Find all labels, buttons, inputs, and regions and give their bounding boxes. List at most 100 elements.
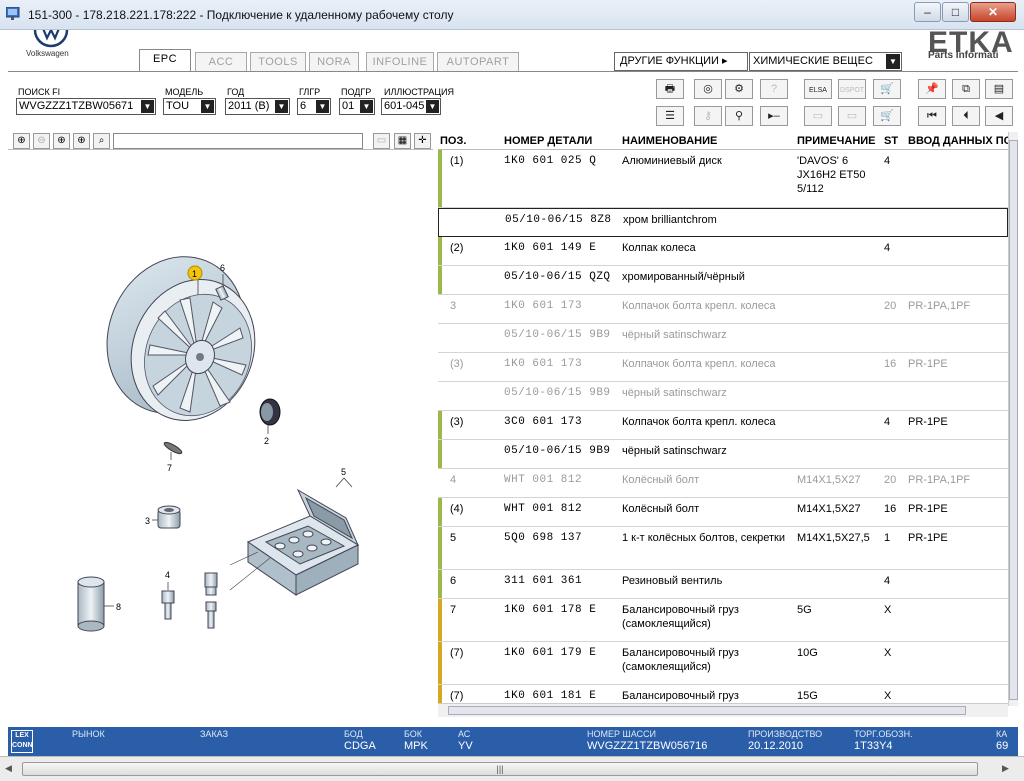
tab-acc[interactable]: ACC <box>195 52 247 71</box>
doc-icon[interactable]: ▭ <box>838 106 866 126</box>
table-row[interactable]: (3) 3C0 601 173 Колпачок болта крепл. коле… <box>438 411 1008 440</box>
table-row[interactable]: 05/10-06/15 9B9 чёрный satinschwarz <box>438 440 1008 469</box>
chevron-down-icon[interactable]: ▼ <box>316 100 329 113</box>
chevron-down-icon[interactable]: ▼ <box>426 100 439 113</box>
first-page-icon[interactable]: ⏮ <box>918 106 946 126</box>
chevron-down-icon[interactable]: ▼ <box>201 100 214 113</box>
callout-2[interactable]: 2 <box>264 436 269 446</box>
table-row[interactable]: (4) WHT 001 812 Колёсный болт M14X1,5X27 16 P… <box>438 498 1008 527</box>
scroll-right-icon[interactable]: ▶ <box>1002 763 1009 774</box>
row-name: Балансировочный груз (самоклеящийся) <box>622 604 739 630</box>
col-pos[interactable]: ПОЗ. <box>440 135 466 147</box>
col-input[interactable]: ВВОД ДАННЫХ ПО <box>908 135 1012 147</box>
layout-icon[interactable]: ▦ <box>394 133 411 149</box>
zoom-area-icon[interactable]: ⊕ <box>73 133 90 149</box>
callout-8[interactable]: 8 <box>116 602 121 612</box>
table-row[interactable]: 7 1K0 601 178 E Балансировочный груз (само… <box>438 599 1008 642</box>
search-input[interactable]: WVGZZZ1TZBW05671 ▼ <box>16 98 156 115</box>
col-note[interactable]: ПРИМЕЧАНИЕ <box>797 135 876 147</box>
scrollbar-thumb[interactable]: ||| <box>22 762 978 776</box>
row-input: PR-1PA,1PF <box>908 300 971 312</box>
chemicals-select[interactable]: ХИМИЧЕСКИЕ ВЕЩЕС ▼ <box>749 52 902 71</box>
print-icon[interactable]: 🖶 <box>656 79 684 99</box>
glgr-select[interactable]: 6 ▼ <box>297 98 331 115</box>
row-name: Колпачок болта крепл. колеса <box>622 416 776 428</box>
model-select[interactable]: TOU ▼ <box>163 98 216 115</box>
table-row[interactable]: 05/10-06/15 8Z8 хром brilliantchrom <box>438 208 1008 237</box>
table-row[interactable]: (7) 1K0 601 179 E Балансировочный груз (са… <box>438 642 1008 685</box>
scrollbar-thumb[interactable] <box>1009 140 1018 700</box>
tab-autopart[interactable]: AUTOPART <box>437 52 519 71</box>
dsp-icon[interactable]: DSPOT <box>838 79 866 99</box>
callout-3[interactable]: 3 <box>145 516 150 526</box>
callout-4[interactable]: 4 <box>165 570 170 580</box>
export-icon[interactable]: ▭ <box>373 133 390 149</box>
key-icon[interactable]: ⚷ <box>694 106 722 126</box>
table-row[interactable]: (2) 1K0 601 149 E Колпак колеса 4 <box>438 237 1008 266</box>
zoom-fit-icon[interactable]: ⊕ <box>53 133 70 149</box>
table-row[interactable]: 05/10-06/15 9B9 чёрный satinschwarz <box>438 382 1008 411</box>
maximize-button[interactable]: □ <box>942 2 969 22</box>
disc-icon[interactable]: ◎ <box>694 79 722 99</box>
callout-5[interactable]: 5 <box>341 467 346 477</box>
tab-epc[interactable]: EPC <box>139 49 191 72</box>
chevron-down-icon[interactable]: ▼ <box>886 54 900 69</box>
table-row[interactable]: 05/10-06/15 QZQ хромированный/чёрный <box>438 266 1008 295</box>
illustration-select[interactable]: 601-045 ▼ <box>381 98 441 115</box>
table-row[interactable]: 6 311 601 361 Резиновый вентиль 4 <box>438 570 1008 599</box>
table-row[interactable]: (3) 1K0 601 173 Колпачок болта крепл. коле… <box>438 353 1008 382</box>
parts-vertical-scrollbar[interactable] <box>1008 132 1018 706</box>
play-minus-icon[interactable]: ▸– <box>760 106 788 126</box>
col-name[interactable]: НАИМЕНОВАНИЕ <box>622 135 717 147</box>
remote-desktop-icon <box>6 7 20 20</box>
callout-6[interactable]: 6 <box>220 263 225 273</box>
window-horizontal-scrollbar[interactable]: ◀ ||| ▶ <box>0 756 1024 781</box>
model-label: МОДЕЛЬ <box>165 87 204 97</box>
podgr-select[interactable]: 01 ▼ <box>339 98 375 115</box>
row-position: 5 <box>450 532 457 544</box>
handshake-icon[interactable]: ⚙ <box>725 79 753 99</box>
col-part-number[interactable]: НОМЕР ДЕТАЛИ <box>504 135 592 147</box>
close-button[interactable]: ✕ <box>970 2 1016 22</box>
split-icon[interactable]: ✛ <box>414 133 431 149</box>
col-st[interactable]: ST <box>884 135 898 147</box>
tab-infoline[interactable]: INFOLINE <box>366 52 434 71</box>
other-functions-button[interactable]: ДРУГИЕ ФУНКЦИИ ▸ <box>614 52 748 71</box>
doc-compare-icon[interactable]: ▭ <box>804 106 832 126</box>
zoom-out-icon[interactable]: ⊖ <box>33 133 50 149</box>
illustration-search-input[interactable] <box>113 133 363 149</box>
cart-icon[interactable]: 🛒 <box>873 79 901 99</box>
callout-1[interactable]: 1 <box>192 269 197 279</box>
bike-icon[interactable]: ⚲ <box>725 106 753 126</box>
chevron-down-icon[interactable]: ▼ <box>275 100 288 113</box>
minimize-button[interactable]: – <box>914 2 941 22</box>
search-icon[interactable]: ⌕ <box>93 133 110 149</box>
row-name: хром brilliantchrom <box>623 214 717 226</box>
scroll-left-icon[interactable]: ◀ <box>5 763 12 774</box>
parts-horizontal-scrollbar[interactable] <box>438 703 1008 717</box>
callout-7[interactable]: 7 <box>167 463 172 473</box>
prev-page-icon[interactable]: ⏴ <box>952 106 980 126</box>
list-icon[interactable]: ☰ <box>656 106 684 126</box>
row-quantity: 1 <box>884 532 891 544</box>
chevron-down-icon[interactable]: ▼ <box>141 100 154 113</box>
help-icon[interactable]: ? <box>760 79 788 99</box>
chevron-down-icon[interactable]: ▼ <box>360 100 373 113</box>
scrollbar-thumb[interactable] <box>448 706 966 715</box>
copy-icon[interactable]: ⧉ <box>952 79 980 99</box>
zoom-in-icon[interactable]: ⊕ <box>13 133 30 149</box>
row-note: M14X1,5X27 <box>797 474 861 486</box>
table-row[interactable]: 4 WHT 001 812 Колёсный болт M14X1,5X27 20 PR-… <box>438 469 1008 498</box>
table-row[interactable]: 3 1K0 601 173 Колпачок болта крепл. колеса… <box>438 295 1008 324</box>
table-row[interactable]: 05/10-06/15 9B9 чёрный satinschwarz <box>438 324 1008 353</box>
table-row[interactable]: 5 5Q0 698 137 1 к-т колёсных болтов, секре… <box>438 527 1008 570</box>
year-select[interactable]: 2011 (B) ▼ <box>225 98 290 115</box>
back-icon[interactable]: ◀ <box>985 106 1013 126</box>
tab-nora[interactable]: NORA <box>309 52 359 71</box>
pin-icon[interactable]: 📌 <box>918 79 946 99</box>
cart-add-icon[interactable]: 🛒 <box>873 106 901 126</box>
table-row[interactable]: (1) 1K0 601 025 Q Алюминиевый диск 'DAVOS' … <box>438 150 1008 208</box>
elsa-icon[interactable]: ELSA <box>804 79 832 99</box>
page-icon[interactable]: ▤ <box>985 79 1013 99</box>
tab-tools[interactable]: TOOLS <box>250 52 306 71</box>
